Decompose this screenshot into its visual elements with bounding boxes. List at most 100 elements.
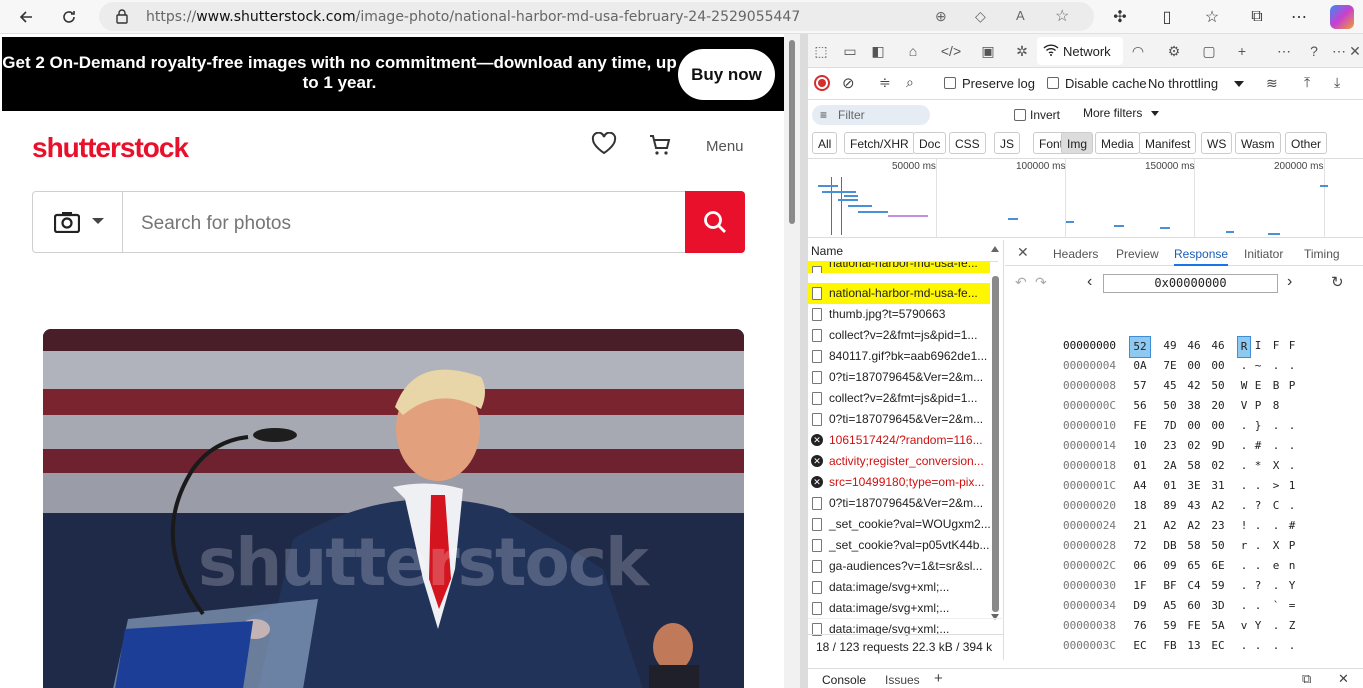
hex-byte[interactable]: 13 xyxy=(1183,636,1205,656)
ascii-char[interactable]: . xyxy=(1237,556,1251,576)
read-aloud-icon[interactable]: A xyxy=(1016,8,1025,23)
record-icon[interactable] xyxy=(814,75,830,91)
hex-byte[interactable]: 50 xyxy=(1207,536,1229,556)
detail-tab-preview[interactable]: Preview xyxy=(1116,247,1159,261)
copilot-icon[interactable] xyxy=(1330,5,1354,29)
more-tools-plus-icon[interactable]: + xyxy=(1233,42,1251,60)
ascii-char[interactable]: R xyxy=(1237,336,1251,358)
hex-byte[interactable]: 46 xyxy=(1183,336,1205,356)
devtools-splitter[interactable] xyxy=(800,34,808,688)
ascii-char[interactable]: ? xyxy=(1251,576,1265,596)
ascii-char[interactable]: . xyxy=(1285,356,1299,376)
preserve-log-checkbox[interactable] xyxy=(944,77,956,89)
hex-byte[interactable]: 76 xyxy=(1129,616,1151,636)
welcome-home-icon[interactable]: ⌂ xyxy=(904,42,922,60)
request-row[interactable]: 840117.gif?bk=aab6962de1... xyxy=(808,346,990,367)
ascii-char[interactable]: ~ xyxy=(1251,356,1265,376)
hex-byte[interactable]: 0A xyxy=(1129,356,1151,376)
ascii-char[interactable]: ? xyxy=(1251,496,1265,516)
detail-tab-headers[interactable]: Headers xyxy=(1053,247,1098,261)
hex-byte[interactable]: A2 xyxy=(1207,496,1229,516)
hex-byte[interactable]: 00 xyxy=(1207,356,1229,376)
hex-byte[interactable]: 56 xyxy=(1129,396,1151,416)
request-row[interactable]: _set_cookie?val=p05vtK44b... xyxy=(808,535,990,556)
close-drawer-icon[interactable]: ✕ xyxy=(1338,671,1349,687)
hex-byte[interactable]: 06 xyxy=(1129,556,1151,576)
search-button[interactable] xyxy=(685,191,745,253)
page-scrollbar-thumb[interactable] xyxy=(789,40,795,224)
dock-icon[interactable]: ◧ xyxy=(869,42,887,60)
hex-byte[interactable]: 9D xyxy=(1207,436,1229,456)
hex-byte[interactable]: 38 xyxy=(1183,396,1205,416)
hex-byte[interactable]: 50 xyxy=(1207,376,1229,396)
ascii-char[interactable]: P xyxy=(1285,376,1299,396)
hex-byte[interactable]: FE xyxy=(1183,616,1205,636)
ascii-char[interactable]: . xyxy=(1237,476,1251,496)
extensions-icon[interactable]: ✣ xyxy=(1108,5,1132,29)
ascii-char[interactable]: Z xyxy=(1285,616,1299,636)
sources-bug-icon[interactable]: ✲ xyxy=(1013,42,1031,60)
ascii-char[interactable]: F xyxy=(1269,336,1283,356)
hex-byte[interactable]: 09 xyxy=(1159,556,1181,576)
ascii-char[interactable]: e xyxy=(1269,556,1283,576)
request-row[interactable]: ✕ 1061517424/?random=116... xyxy=(808,430,990,451)
hex-byte[interactable]: 60 xyxy=(1183,596,1205,616)
filter-chip-manifest[interactable]: Manifest xyxy=(1139,132,1197,154)
request-row[interactable]: thumb.jpg?t=5790663 xyxy=(808,304,990,325)
filter-chip-css[interactable]: CSS xyxy=(949,132,986,154)
cart-icon[interactable] xyxy=(648,133,672,162)
undock-drawer-icon[interactable]: ⧉ xyxy=(1302,671,1311,687)
scroll-up-icon[interactable] xyxy=(991,246,999,252)
hex-byte[interactable]: 49 xyxy=(1159,336,1181,356)
import-har-icon[interactable]: ⤒ xyxy=(1304,74,1310,91)
hex-byte[interactable]: 5A xyxy=(1207,616,1229,636)
hex-byte[interactable]: A4 xyxy=(1129,476,1151,496)
tab-network[interactable]: Network xyxy=(1037,37,1123,65)
ascii-char[interactable]: * xyxy=(1251,456,1265,476)
ascii-char[interactable]: X xyxy=(1269,456,1283,476)
hex-byte[interactable]: 02 xyxy=(1183,436,1205,456)
hex-byte[interactable]: D9 xyxy=(1129,596,1151,616)
hex-byte[interactable]: 72 xyxy=(1129,536,1151,556)
hex-byte[interactable]: 59 xyxy=(1159,616,1181,636)
request-row[interactable]: 0?ti=187079645&Ver=2&m... xyxy=(808,493,990,514)
request-row[interactable]: 0?ti=187079645&Ver=2&m... xyxy=(808,409,990,430)
ascii-char[interactable]: . xyxy=(1269,436,1283,456)
ascii-char[interactable]: . xyxy=(1237,636,1251,656)
search-input[interactable] xyxy=(141,213,681,235)
scroll-down-icon[interactable] xyxy=(991,614,999,620)
hex-byte[interactable]: 00 xyxy=(1183,356,1205,376)
hex-byte[interactable]: 2A xyxy=(1159,456,1181,476)
ascii-char[interactable]: = xyxy=(1285,596,1299,616)
request-row[interactable]: ga-audiences?v=1&t=sr&sl... xyxy=(808,556,990,577)
hex-byte[interactable]: 21 xyxy=(1129,516,1151,536)
ascii-char[interactable]: r xyxy=(1237,536,1251,556)
tag-icon[interactable]: ◇ xyxy=(975,8,986,25)
ascii-char[interactable]: 8 xyxy=(1269,396,1283,416)
ascii-char[interactable]: # xyxy=(1285,516,1299,536)
ascii-char[interactable]: P xyxy=(1285,536,1299,556)
hex-byte[interactable]: 23 xyxy=(1159,436,1181,456)
hex-byte[interactable]: 58 xyxy=(1183,536,1205,556)
ascii-char[interactable]: . xyxy=(1237,356,1251,376)
ascii-char[interactable]: . xyxy=(1285,636,1299,656)
hex-byte[interactable]: 02 xyxy=(1207,456,1229,476)
more-tabs-icon[interactable]: ⋯ xyxy=(1275,42,1293,60)
ascii-char[interactable]: . xyxy=(1285,416,1299,436)
filter-chip-fetchxhr[interactable]: Fetch/XHR xyxy=(844,132,915,154)
undo-icon[interactable]: ↶ xyxy=(1015,274,1027,291)
help-icon[interactable]: ? xyxy=(1305,42,1323,60)
ascii-char[interactable]: . xyxy=(1237,576,1251,596)
zoom-icon[interactable]: ⊕ xyxy=(935,8,947,25)
request-row[interactable]: data:image/svg+xml;... xyxy=(808,577,990,598)
image-search-select[interactable] xyxy=(33,192,123,252)
elements-icon[interactable]: </> xyxy=(941,42,961,60)
back-icon[interactable] xyxy=(14,5,38,29)
ascii-char[interactable]: . xyxy=(1285,436,1299,456)
hex-byte[interactable]: 58 xyxy=(1183,456,1205,476)
hex-byte[interactable]: 20 xyxy=(1207,396,1229,416)
hex-byte[interactable]: FE xyxy=(1129,416,1151,436)
ascii-char[interactable]: > xyxy=(1269,476,1283,496)
console-icon[interactable]: ▣ xyxy=(979,42,997,60)
prev-page-icon[interactable]: ‹ xyxy=(1087,273,1092,291)
